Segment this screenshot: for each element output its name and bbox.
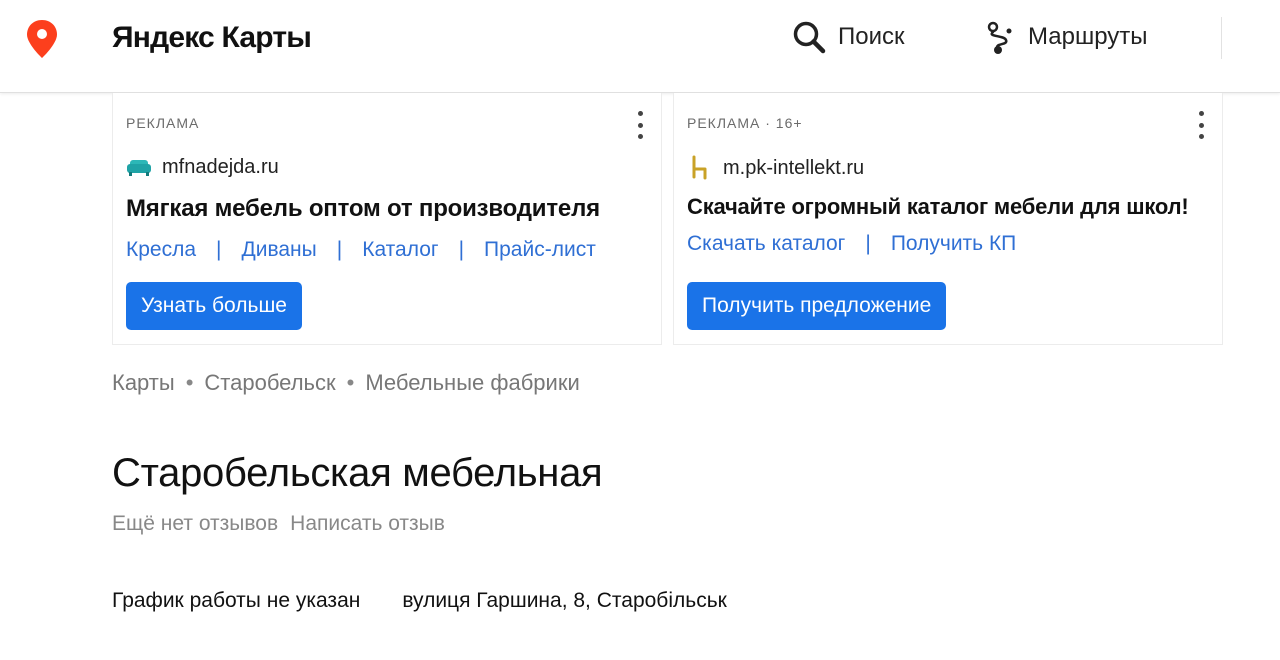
link-separator: | bbox=[216, 238, 222, 261]
routes-button[interactable]: Маршруты bbox=[984, 18, 1148, 56]
ad-site[interactable]: mfnadejda.ru bbox=[126, 155, 279, 179]
top-header: Яндекс Карты Поиск Маршруты bbox=[0, 0, 1280, 93]
business-info: График работы не указан вулиця Гаршина, … bbox=[112, 589, 727, 613]
breadcrumb-category[interactable]: Мебельные фабрики bbox=[365, 370, 579, 396]
learn-more-button[interactable]: Узнать больше bbox=[126, 282, 302, 330]
routes-label: Маршруты bbox=[1028, 23, 1148, 50]
breadcrumb-maps[interactable]: Карты bbox=[112, 370, 175, 396]
search-icon bbox=[793, 21, 826, 54]
ad-link-download-catalog[interactable]: Скачать каталог bbox=[687, 232, 845, 256]
link-separator: | bbox=[865, 232, 871, 255]
page-title: Старобельская мебельная bbox=[112, 451, 603, 495]
route-icon bbox=[987, 21, 1012, 54]
link-separator: | bbox=[336, 238, 343, 261]
reviews-row: Ещё нет отзывов Написать отзыв bbox=[112, 512, 445, 536]
ad-link-price-list[interactable]: Прайс-лист bbox=[484, 238, 596, 262]
ad-site-domain: mfnadejda.ru bbox=[162, 155, 279, 178]
brand-title[interactable]: Яндекс Карты bbox=[112, 19, 312, 57]
ad-card-2[interactable]: РЕКЛАМА · 16+ m.pk-intellekt.ru Скачайте… bbox=[673, 93, 1223, 345]
ad-label: РЕКЛАМА · 16+ bbox=[687, 115, 803, 131]
search-label: Поиск bbox=[838, 23, 905, 50]
ad-link-armchairs[interactable]: Кресла bbox=[126, 238, 196, 262]
ad-card-1[interactable]: РЕКЛАМА mfnadejda.ru Мягкая мебель оптом… bbox=[112, 93, 662, 345]
ad-label: РЕКЛАМА bbox=[126, 115, 200, 131]
link-separator: | bbox=[458, 238, 465, 261]
search-button[interactable]: Поиск bbox=[792, 18, 905, 56]
ad-link-sofas[interactable]: Диваны bbox=[242, 238, 317, 262]
breadcrumb: Карты • Старобельск • Мебельные фабрики bbox=[112, 370, 580, 396]
kebab-menu-icon bbox=[637, 111, 643, 116]
sofa-icon bbox=[127, 160, 151, 176]
kebab-menu-icon bbox=[1198, 111, 1204, 116]
ad-menu-button[interactable] bbox=[635, 111, 645, 139]
schedule-text: График работы не указан bbox=[112, 589, 361, 612]
breadcrumb-separator: • bbox=[346, 370, 355, 395]
get-offer-button[interactable]: Получить предложение bbox=[687, 282, 947, 330]
map-pin-logo-icon[interactable] bbox=[25, 19, 59, 59]
ad-title[interactable]: Мягкая мебель оптом от производителя bbox=[126, 195, 600, 223]
chair-icon bbox=[692, 155, 707, 180]
ad-link-get-offer[interactable]: Получить КП bbox=[891, 232, 1016, 256]
ad-site[interactable]: m.pk-intellekt.ru bbox=[687, 155, 864, 181]
write-review-link[interactable]: Написать отзыв bbox=[290, 512, 445, 536]
ad-site-domain: m.pk-intellekt.ru bbox=[723, 156, 865, 179]
no-reviews-text: Ещё нет отзывов bbox=[112, 512, 279, 535]
header-divider bbox=[1221, 17, 1222, 59]
breadcrumb-separator: • bbox=[185, 370, 194, 395]
ad-menu-button[interactable] bbox=[1196, 111, 1206, 139]
breadcrumb-city[interactable]: Старобельск bbox=[204, 370, 335, 396]
ad-title[interactable]: Скачайте огромный каталог мебели для шко… bbox=[687, 194, 1189, 220]
ad-links: Кресла | Диваны | Каталог | Прайс-лист bbox=[126, 238, 596, 262]
ad-links: Скачать каталог | Получить КП bbox=[687, 232, 1016, 256]
address-text[interactable]: вулиця Гаршина, 8, Старобільськ bbox=[402, 589, 726, 613]
ad-link-catalog[interactable]: Каталог bbox=[362, 238, 438, 262]
